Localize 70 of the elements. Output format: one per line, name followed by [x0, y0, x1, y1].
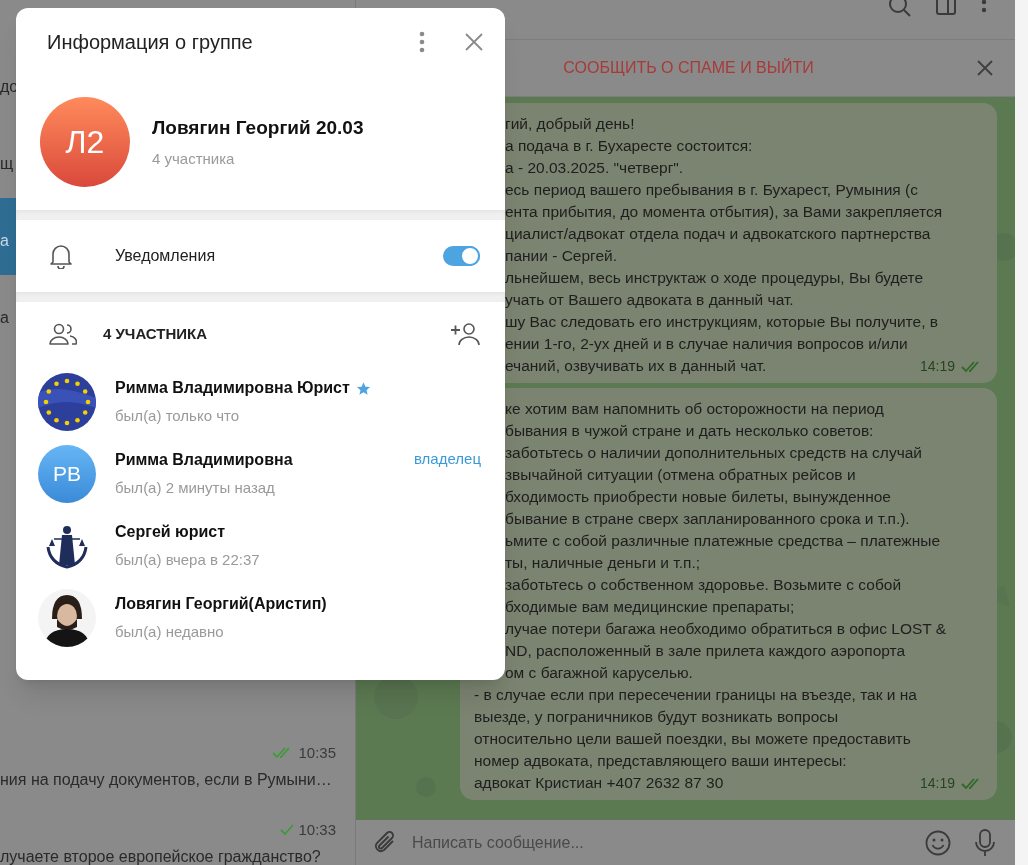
members-icon	[49, 323, 77, 345]
member-status: был(а) вчера в 22:37	[115, 550, 261, 571]
chat-preview: лучаете второе европейское гражданство?	[0, 847, 321, 865]
message-line: ом с багажной каруселью.	[505, 663, 693, 683]
group-name: Ловягин Георгий 20.03	[152, 115, 364, 140]
member-role: владелец	[414, 449, 481, 469]
message-line: пании - Сергей.	[505, 246, 617, 266]
message-line: номер адвоката, представляющего ваши интересы:	[474, 751, 847, 771]
message-line: ты, наличные деньги и т.п.;	[505, 553, 700, 573]
search-icon[interactable]	[889, 0, 911, 18]
message-time: 14:19	[919, 774, 955, 793]
member-name: Римма Владимировна Юрист	[115, 378, 350, 399]
notifications-label: Уведомления	[115, 246, 217, 266]
notifications-toggle[interactable]	[443, 246, 480, 266]
message-input[interactable]: Написать сообщение...	[412, 830, 911, 855]
message-line: льнейшем, весь инструктаж о ходе процедуры, Вы будете	[505, 268, 924, 288]
member-status: был(а) только что	[115, 406, 240, 427]
member-status: был(а) недавно	[115, 622, 225, 643]
message-line: звычайной ситуации (отмена обратных рейсов и	[505, 465, 856, 485]
message-line: адвокат Кристиан +407 2632 87 30	[474, 773, 724, 793]
message-line: бходимость приобрести новые билеты, вынужденное	[505, 487, 891, 507]
message-line: ке хотим вам напомнить об осторожности на период	[505, 399, 884, 419]
dialog-title: Информация о группе	[47, 30, 254, 55]
more-icon[interactable]	[419, 31, 425, 53]
member-row[interactable]: РВ Римма Владимировна был(а) 2 минуты назад владелец	[16, 438, 505, 510]
bell-icon	[49, 243, 73, 269]
close-icon[interactable]	[465, 33, 483, 51]
message-line: относительно цели вашей поездки, вы можете предоставить	[474, 729, 911, 749]
chat-preview: ния на подачу документов, если в Румыни…	[0, 770, 332, 790]
message-line: заботьтесь о собственном здоровье. Возьмите с собой	[505, 575, 902, 595]
member-name: Римма Владимировна	[115, 450, 293, 471]
member-status: был(а) 2 минуты назад	[115, 478, 276, 499]
message-line: бходимые вам медицинские препараты;	[505, 597, 795, 617]
microphone-icon[interactable]	[975, 828, 995, 857]
member-row[interactable]: Ловягин Георгий(Аристип) был(а) недавно	[16, 582, 505, 654]
message-line: есь период вашего пребывания в г. Бухарест, Румыния (с	[505, 180, 918, 200]
member-name: Ловягин Георгий(Аристип)	[115, 594, 327, 615]
message-line: ента прибытия, до момента отбытия), за Вами закрепляется	[505, 202, 943, 222]
message-line: учать от Вашего адвоката в данный чат.	[505, 290, 794, 310]
message-line: а - 20.03.2025. "четверг".	[505, 158, 684, 178]
group-avatar: Л2	[40, 97, 130, 187]
member-name: Сергей юрист	[115, 522, 226, 543]
message-line: ечаний, озвучивать их в данный чат.	[505, 356, 767, 376]
members-header: 4 УЧАСТНИКА	[103, 323, 209, 344]
message-line: бывания в чужой стране и дать несколько советов:	[505, 421, 874, 441]
message-time: 14:19	[919, 357, 955, 376]
message-line: циалист/адвокат отдела подач и адвокатского партнерства	[505, 224, 931, 244]
message-line: гий, добрый день!	[505, 114, 635, 134]
message-line: ьмите с собой различные платежные средства – платежные	[505, 531, 941, 551]
close-icon[interactable]	[977, 60, 993, 76]
add-member-icon[interactable]	[450, 322, 480, 346]
message-line: ении 1-го, 2-ух дней и в случае наличия вопросов и/или	[505, 334, 908, 354]
message-line: шу Вас следовать его инструкциям, которые Вы получите, в	[505, 312, 939, 332]
message-line: бывание в стране сверх запланированного срока и т.п.).	[505, 509, 910, 529]
chat-preview: а	[0, 231, 9, 251]
member-avatar: РВ	[38, 445, 96, 503]
emoji-icon[interactable]	[925, 829, 951, 856]
message-line: а подача в г. Бухаресте состоится:	[505, 136, 753, 156]
message-line: ND, расположенный в зале прилета каждого аэропорта	[505, 641, 906, 661]
chat-preview: а	[0, 308, 9, 328]
sidebar-toggle-icon[interactable]	[935, 0, 957, 18]
message-line: заботьтесь о наличии дополнительных средств на случай	[505, 443, 922, 463]
message-line: - в случае если при пересечении границы на въезде, так и на	[474, 685, 917, 705]
message-line: лучае потери багажа необходимо обратиться в офис LOST &	[505, 619, 947, 639]
chat-time: 10:33	[298, 819, 336, 840]
chat-time: 10:35	[298, 742, 336, 763]
member-row[interactable]: Римма Владимировна Юрист был(а) только что	[16, 366, 505, 438]
member-count: 4 участника	[152, 149, 236, 169]
message-line: выезде, у пограничников будут возникать вопросы	[474, 707, 839, 727]
member-row[interactable]: Сергей юрист был(а) вчера в 22:37	[16, 510, 505, 582]
